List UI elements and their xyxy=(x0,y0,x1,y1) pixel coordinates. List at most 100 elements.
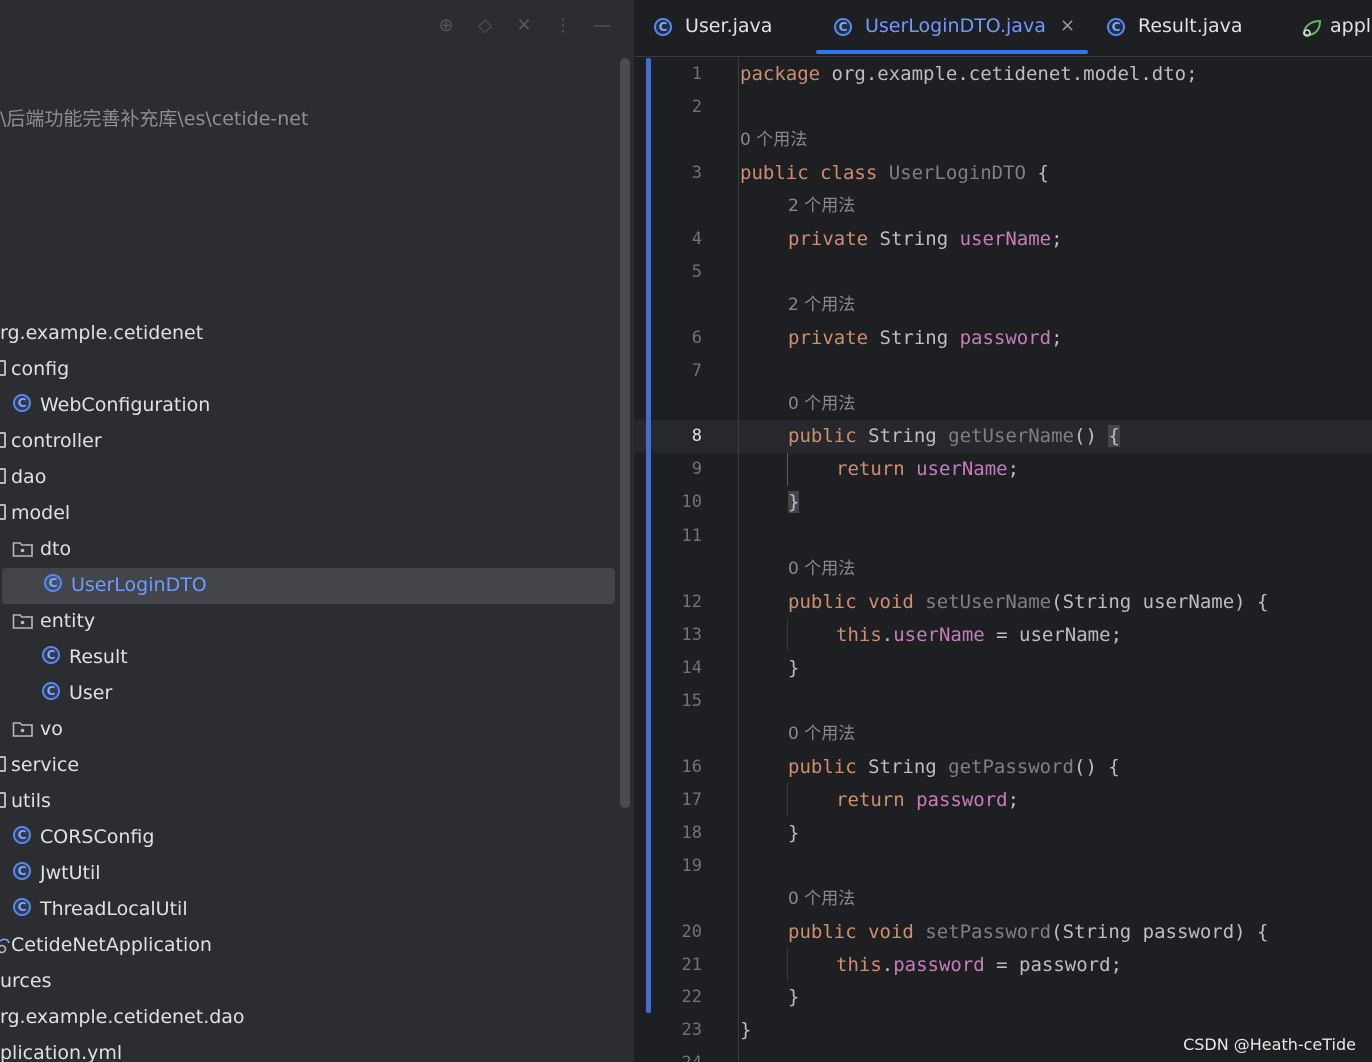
line-number[interactable]: 3 xyxy=(654,157,702,190)
code-line-6[interactable]: private String password; xyxy=(788,322,1063,355)
usage-hint[interactable]: 0 个用法 xyxy=(788,553,855,586)
line-number[interactable]: 19 xyxy=(654,850,702,883)
tree-item-label: CORSConfig xyxy=(40,826,155,848)
tree-item[interactable]: vo xyxy=(0,712,616,748)
tree-item[interactable]: C CORSConfig xyxy=(0,820,616,856)
usage-hint[interactable]: 2 个用法 xyxy=(788,289,855,322)
line-number[interactable]: 5 xyxy=(654,256,702,289)
tree-item-label: dto xyxy=(40,538,72,560)
tab-user-java[interactable]: C User.java xyxy=(654,0,804,56)
tree-item[interactable]: utils xyxy=(0,784,616,820)
line-number[interactable]: 18 xyxy=(654,817,702,850)
code-line-18[interactable]: } xyxy=(788,817,799,850)
tab-result-java[interactable]: C Result.java xyxy=(1107,0,1257,56)
code-line-14[interactable]: } xyxy=(788,652,799,685)
package-folder-icon xyxy=(12,614,33,629)
tree-item[interactable]: plication.yml xyxy=(0,1036,616,1062)
line-number[interactable]: 4 xyxy=(654,223,702,256)
tree-item-label: plication.yml xyxy=(0,1042,123,1062)
code-line-21[interactable]: this.password = password; xyxy=(836,949,1122,982)
code-line-12[interactable]: public void setUserName(String userName)… xyxy=(788,586,1268,619)
code-line-20[interactable]: public void setPassword(String password)… xyxy=(788,916,1268,949)
tree-item[interactable]: rg.example.cetidenet xyxy=(0,316,616,352)
tab-application[interactable]: appl xyxy=(1301,0,1372,56)
line-number[interactable]: 9 xyxy=(654,453,702,486)
tree-item[interactable]: dao xyxy=(0,460,616,496)
tree-item[interactable]: model xyxy=(0,496,616,532)
tree-item-label: WebConfiguration xyxy=(40,394,211,416)
line-number[interactable]: 16 xyxy=(654,751,702,784)
tree-item[interactable]: C User xyxy=(0,676,616,712)
tree-item[interactable]: entity xyxy=(0,604,616,640)
tree-item-label: ThreadLocalUtil xyxy=(40,898,188,920)
line-number[interactable]: 12 xyxy=(654,586,702,619)
tree-item[interactable]: rg.example.cetidenet.dao xyxy=(0,1000,616,1036)
line-number[interactable]: 8 xyxy=(654,420,702,453)
indent-guide xyxy=(787,618,788,651)
package-folder-icon xyxy=(12,542,33,557)
usage-hint[interactable]: 0 个用法 xyxy=(740,124,807,157)
class-icon: C xyxy=(42,682,60,700)
code-line-17[interactable]: return password; xyxy=(836,784,1019,817)
tree-item[interactable]: C WebConfiguration xyxy=(0,388,616,424)
tree-item-label: CetideNetApplication xyxy=(11,934,212,956)
options-icon[interactable]: ⋮ xyxy=(552,15,574,37)
tree-item[interactable]: dto xyxy=(0,532,616,568)
tree-item[interactable]: C ThreadLocalUtil xyxy=(0,892,616,928)
project-tool-window: ⊕ ◇ ✕ ⋮ — \后端功能完善补充库\es\cetide-net rg.ex… xyxy=(0,0,634,1062)
close-icon[interactable]: × xyxy=(1060,13,1075,39)
line-number[interactable]: 1 xyxy=(654,58,702,91)
usage-hint[interactable]: 0 个用法 xyxy=(788,718,855,751)
usage-hint[interactable]: 0 个用法 xyxy=(788,388,855,421)
tree-scrollbar[interactable] xyxy=(620,58,630,808)
tree-item[interactable]: CetideNetApplication xyxy=(0,928,616,964)
tab-label: User.java xyxy=(685,15,773,37)
line-number[interactable]: 15 xyxy=(654,685,702,718)
tree-item[interactable]: service xyxy=(0,748,616,784)
code-line-1[interactable]: package org.example.cetidenet.model.dto; xyxy=(740,58,1198,91)
usage-hint[interactable]: 2 个用法 xyxy=(788,190,855,223)
usage-hint[interactable]: 0 个用法 xyxy=(788,883,855,916)
code-line-13[interactable]: this.userName = userName; xyxy=(836,619,1122,652)
class-icon: C xyxy=(13,862,31,880)
class-icon: C xyxy=(13,898,31,916)
line-number[interactable]: 22 xyxy=(654,981,702,1014)
tree-item[interactable]: config xyxy=(0,352,616,388)
tree-item[interactable]: C UserLoginDTO xyxy=(2,568,615,604)
line-number[interactable]: 11 xyxy=(654,520,702,553)
tab-label: Result.java xyxy=(1138,15,1243,37)
line-number[interactable]: 13 xyxy=(654,619,702,652)
code-line-4[interactable]: private String userName; xyxy=(788,223,1063,256)
code-line-10[interactable]: } xyxy=(788,486,800,519)
code-line-22[interactable]: } xyxy=(788,981,799,1014)
code-line-3[interactable]: public class UserLoginDTO { xyxy=(740,157,1049,190)
code-line-9[interactable]: return userName; xyxy=(836,453,1019,486)
line-number[interactable]: 24 xyxy=(654,1047,702,1062)
line-number[interactable]: 21 xyxy=(654,949,702,982)
line-number[interactable]: 2 xyxy=(654,91,702,124)
vcs-change-marker[interactable] xyxy=(646,58,651,1013)
tree-item[interactable]: C Result xyxy=(0,640,616,676)
line-number[interactable]: 10 xyxy=(654,486,702,519)
collapse-all-icon[interactable]: ✕ xyxy=(513,15,535,37)
tree-item[interactable]: controller xyxy=(0,424,616,460)
hide-icon[interactable]: — xyxy=(591,15,613,37)
code-line-16[interactable]: public String getPassword() { xyxy=(788,751,1120,784)
editor-tab-bar: C User.java C UserLoginDTO.java × C Resu… xyxy=(634,0,1372,57)
expand-all-icon[interactable]: ◇ xyxy=(474,15,496,37)
tree-item[interactable]: urces xyxy=(0,964,616,1000)
line-number[interactable]: 7 xyxy=(654,355,702,388)
tab-userlogindto-java[interactable]: C UserLoginDTO.java × xyxy=(834,0,1094,56)
tree-item[interactable]: C JwtUtil xyxy=(0,856,616,892)
line-number[interactable]: 17 xyxy=(654,784,702,817)
line-number[interactable]: 6 xyxy=(654,322,702,355)
line-number[interactable]: 14 xyxy=(654,652,702,685)
tree-item-label: UserLoginDTO xyxy=(71,574,207,596)
line-number[interactable]: 20 xyxy=(654,916,702,949)
line-number[interactable]: 23 xyxy=(654,1014,702,1047)
locate-icon[interactable]: ⊕ xyxy=(435,15,457,37)
code-line-8[interactable]: public String getUserName() { xyxy=(788,420,1120,453)
code-line-23[interactable]: } xyxy=(740,1014,751,1047)
code-editor: C User.java C UserLoginDTO.java × C Resu… xyxy=(634,0,1372,1062)
indent-guide xyxy=(787,453,788,486)
